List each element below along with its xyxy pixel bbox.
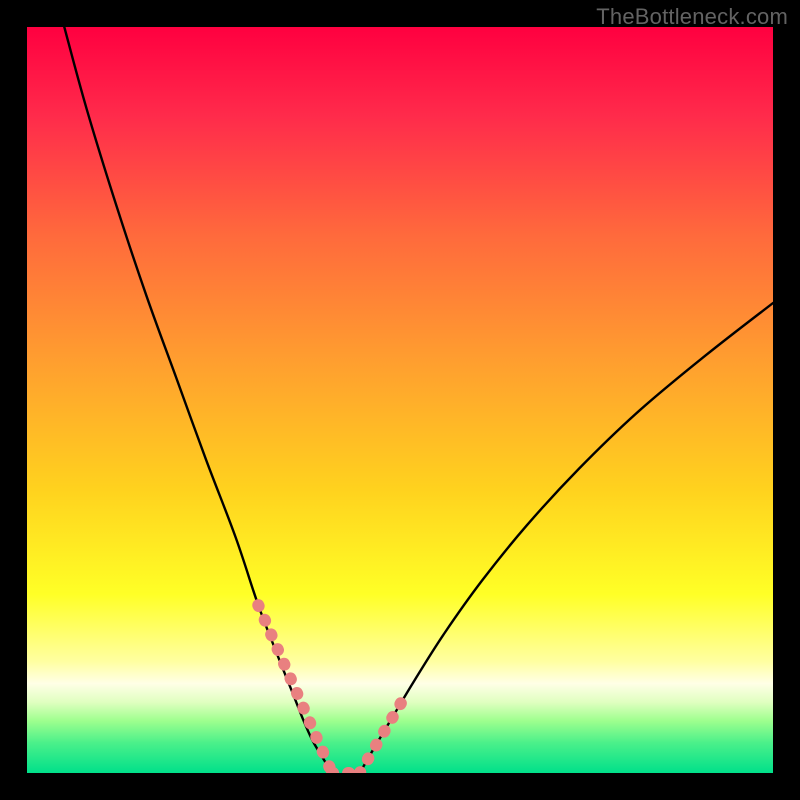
chart-frame: TheBottleneck.com bbox=[0, 0, 800, 800]
gradient-background bbox=[27, 27, 773, 773]
plot-area bbox=[27, 27, 773, 773]
chart-svg bbox=[27, 27, 773, 773]
watermark-text: TheBottleneck.com bbox=[596, 4, 788, 30]
